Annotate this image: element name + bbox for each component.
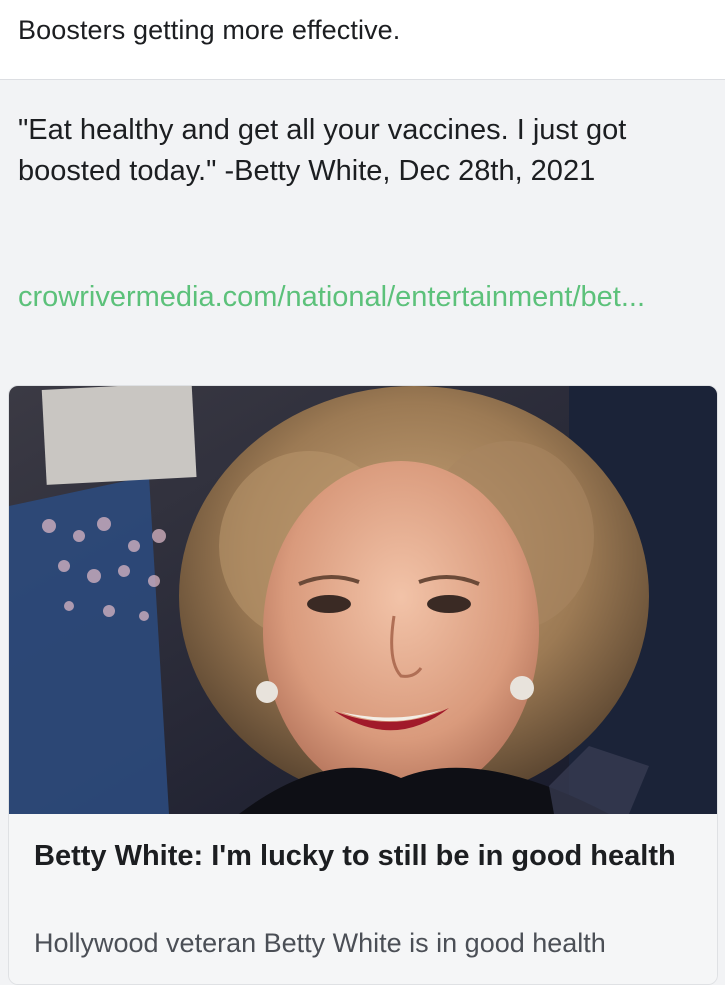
post-link[interactable]: crowrivermedia.com/national/entertainmen… xyxy=(18,277,708,318)
link-preview-description: Hollywood veteran Betty White is in good… xyxy=(34,928,606,958)
post-body: "Eat healthy and get all your vaccines. … xyxy=(0,81,725,985)
post-quote-text: "Eat healthy and get all your vaccines. … xyxy=(18,114,627,187)
portrait-photo-icon[interactable] xyxy=(9,386,718,814)
post-caption-bar: Boosters getting more effective. xyxy=(0,0,725,80)
link-preview-title: Betty White: I'm lucky to still be in go… xyxy=(34,840,676,872)
post-caption: Boosters getting more effective. xyxy=(18,15,401,45)
link-preview-card[interactable]: Betty White: I'm lucky to still be in go… xyxy=(8,385,718,985)
link-preview-meta[interactable]: Betty White: I'm lucky to still be in go… xyxy=(9,814,717,984)
